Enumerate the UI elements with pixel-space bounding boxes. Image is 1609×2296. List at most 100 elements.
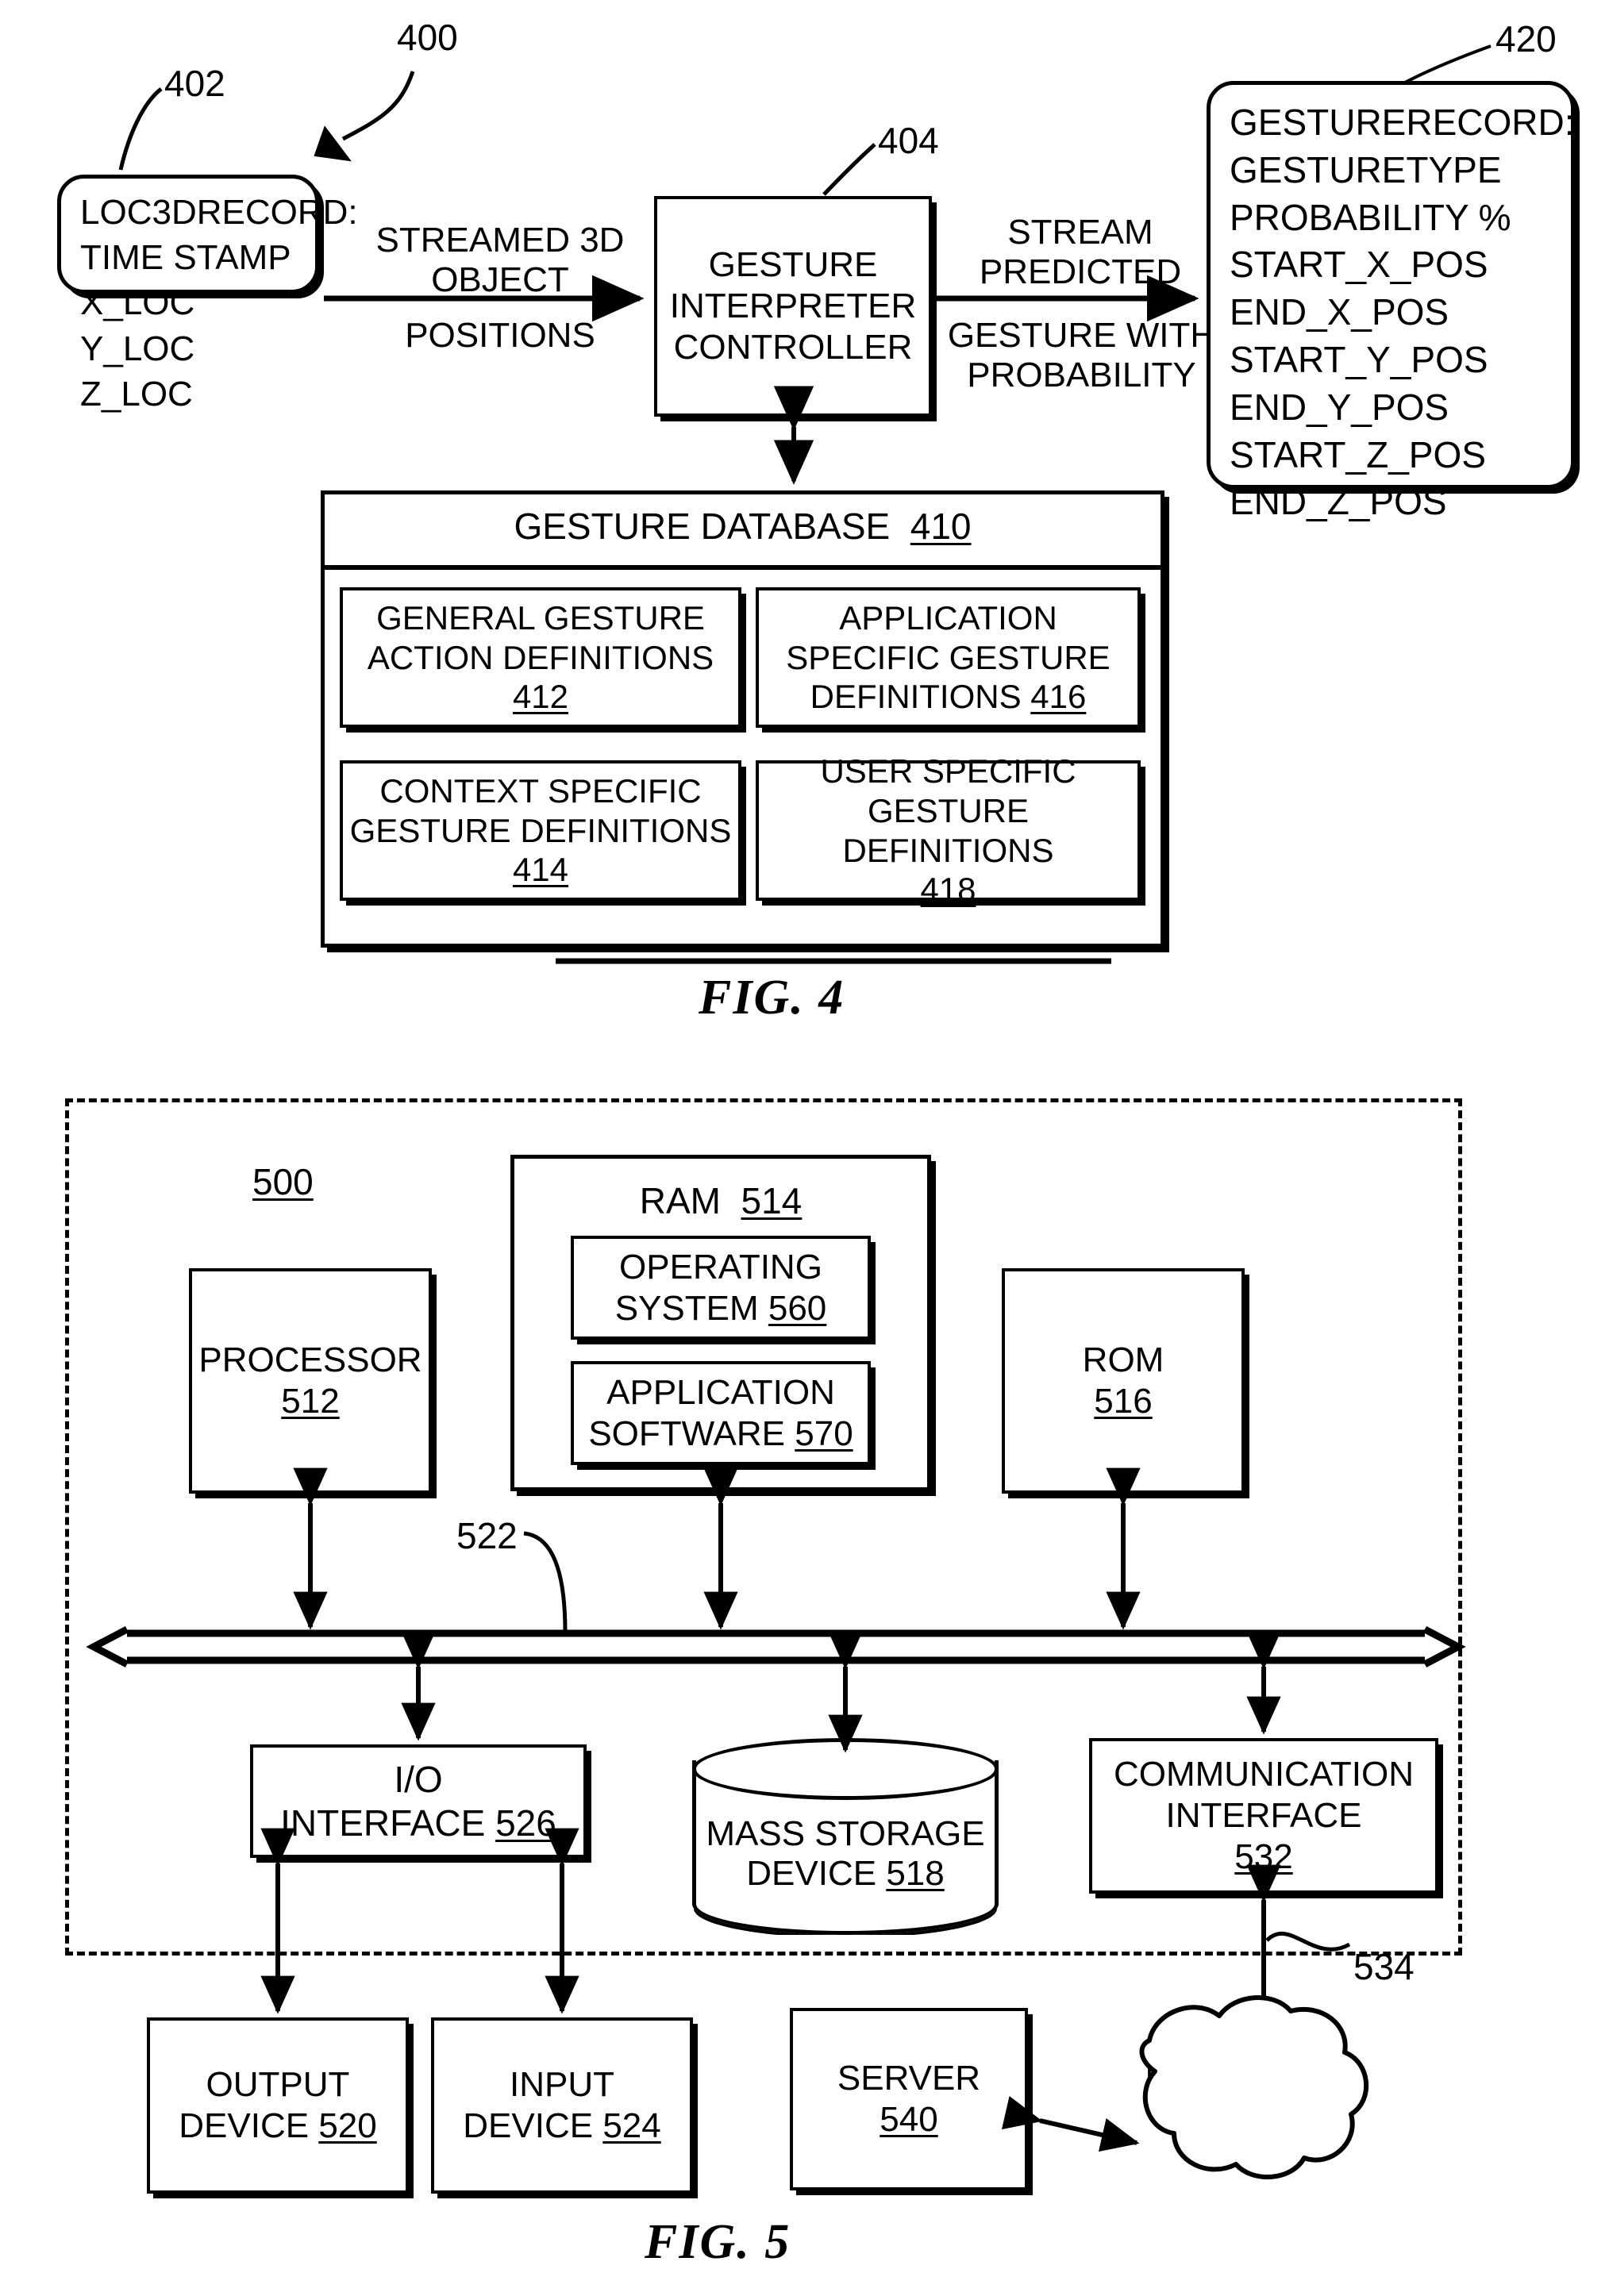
gesturerecord-line-5: START_Y_POS [1230,338,1488,380]
communication-interface-box: COMMUNICATION INTERFACE 532 [1089,1738,1438,1894]
cell-418-ref: 418 [920,871,976,909]
operating-system-line-1: SYSTEM [614,1288,759,1328]
ref-label-404: 404 [878,120,939,161]
operating-system-line-0: OPERATING [619,1247,822,1286]
operating-system-box: OPERATING SYSTEM 560 [571,1236,871,1340]
io-interface-ref: 526 [495,1802,556,1844]
stream-predicted-gesture-label: STREAM PREDICTED [949,213,1211,292]
input-device-ref: 524 [602,2106,661,2145]
gesturerecord-line-2: PROBABILITY % [1230,196,1511,238]
output-device-line-1: DEVICE [179,2106,310,2145]
gesturerecord-line-0: GESTURERECORD: [1230,102,1575,143]
arrow-out-line-1: PREDICTED [979,252,1182,291]
ref-label-400: 400 [397,17,458,58]
arrow-out-line-3: PROBABILITY [967,356,1196,394]
network-ref: 502 [1205,2091,1264,2130]
ref-label-500-wrap: 500 [252,1160,314,1203]
cell-414-line-1: GESTURE DEFINITIONS [349,811,732,849]
arrow-out-line-0: STREAM [1007,213,1153,252]
gesturerecord-line-8: END_Z_POS [1230,481,1447,523]
processor-ref: 512 [281,1382,340,1421]
ref-label-522: 522 [456,1515,518,1556]
cell-416-line-0: APPLICATION [839,599,1057,637]
cell-412-ref: 412 [512,678,569,716]
arrow-in-line-2: POSITIONS [405,316,595,355]
figure-4-caption: FIG. 4 [699,971,845,1025]
controller-line-2: CONTROLLER [673,327,913,367]
input-device-line-0: INPUT [510,2065,614,2105]
application-software-line-0: APPLICATION [606,1372,835,1412]
loc3drecord-line-4: Z_LOC [80,374,193,413]
gesturerecord-line-3: START_X_POS [1230,244,1488,286]
network-title: NETWORK [1145,2052,1324,2090]
output-device-box: OUTPUT DEVICE 520 [147,2017,409,2194]
server-title: SERVER [837,2059,981,2098]
user-specific-gesture-definitions-cell: USER SPECIFIC GESTURE DEFINITIONS 418 [756,752,1141,908]
rom-box: ROM 516 [1002,1268,1245,1494]
gesture-database-title-text: GESTURE DATABASE [514,506,891,547]
network-cloud-label: NETWORK 502 [1103,2052,1365,2131]
loc3drecord-line-1: TIME STAMP [80,238,291,278]
patent-figure-sheet: 400 402 LOC3DRECORD: TIME STAMP X_LOC Y_… [0,0,1609,2296]
io-interface-box: I/O INTERFACE 526 [250,1744,587,1858]
application-software-line-1: SOFTWARE [588,1413,786,1453]
loc3drecord-line-2: X_LOC [80,283,195,323]
gesturerecord-line-6: END_Y_POS [1230,386,1449,428]
server-ref: 540 [880,2100,938,2139]
gesturerecord-box: GESTURERECORD: GESTURETYPE PROBABILITY %… [1207,81,1575,522]
gesturerecord-line-4: END_X_POS [1230,291,1449,333]
ram-ref: 514 [741,1180,803,1221]
ref-label-534: 534 [1353,1946,1415,1987]
output-device-ref: 520 [318,2106,377,2145]
processor-title: PROCESSOR [198,1340,422,1380]
communication-interface-line-0: COMMUNICATION [1113,1755,1415,1794]
arrow-in-line-1: OBJECT [431,260,569,299]
application-software-ref: 570 [795,1413,853,1453]
ref-label-420: 420 [1495,18,1557,60]
controller-line-1: INTERPRETER [669,287,917,326]
mass-storage-ref: 518 [886,1854,945,1893]
rom-ref: 516 [1094,1382,1153,1421]
cell-412-line-1: ACTION DEFINITIONS [367,638,714,676]
ram-title-text: RAM [639,1180,721,1221]
ref-label-402: 402 [164,63,225,104]
gesture-database-title: GESTURE DATABASE 410 [321,505,1164,548]
io-interface-title: I/O INTERFACE [280,1759,486,1844]
server-box: SERVER 540 [790,2008,1028,2190]
gesture-database-ref: 410 [910,506,972,547]
streamed-3d-object-positions-label: STREAMED 3D OBJECT [349,221,651,300]
cell-416-line-2: DEFINITIONS [810,678,1022,716]
cell-416-ref: 416 [1030,678,1087,716]
mass-storage-device-cylinder: MASS STORAGE DEVICE 518 [692,1738,999,1935]
gesture-interpreter-controller-box: GESTURE INTERPRETER CONTROLLER [654,196,932,417]
gesture-database-header-divider [321,565,1164,570]
arrow-in-line-0: STREAMED 3D [375,221,625,260]
general-gesture-action-definitions-cell: GENERAL GESTURE ACTION DEFINITIONS 412 [340,587,741,728]
communication-interface-line-1: INTERFACE [1165,1796,1362,1836]
arrow-out-line-2: GESTURE WITH [947,316,1216,355]
gesturerecord-line-1: GESTURETYPE [1230,148,1502,190]
operating-system-ref: 560 [768,1288,827,1328]
ref-label-500: 500 [252,1161,314,1202]
context-specific-gesture-definitions-cell: CONTEXT SPECIFIC GESTURE DEFINITIONS 414 [340,760,741,901]
cell-418-line-0: USER SPECIFIC [820,752,1076,790]
ram-title: RAM 514 [510,1179,931,1222]
communication-interface-ref: 532 [1234,1836,1293,1876]
mass-storage-line-0: MASS STORAGE [706,1814,985,1853]
cell-414-line-0: CONTEXT SPECIFIC [379,772,702,810]
gesturerecord-line-7: START_Z_POS [1230,433,1486,475]
processor-box: PROCESSOR 512 [189,1268,432,1494]
input-device-box: INPUT DEVICE 524 [431,2017,693,2194]
loc3drecord-line-0: LOC3DRECORD: [80,193,358,232]
cell-412-line-0: GENERAL GESTURE [376,599,705,637]
mass-storage-line-1: DEVICE [746,1854,877,1893]
output-device-line-0: OUTPUT [206,2065,350,2105]
loc3drecord-line-3: Y_LOC [80,329,195,368]
cell-418-line-1: GESTURE DEFINITIONS [842,791,1054,869]
application-specific-gesture-definitions-cell: APPLICATION SPECIFIC GESTURE DEFINITIONS… [756,587,1141,728]
rom-title: ROM [1082,1340,1164,1380]
application-software-box: APPLICATION SOFTWARE 570 [571,1361,871,1465]
loc3drecord-box: LOC3DRECORD: TIME STAMP X_LOC Y_LOC Z_LO… [57,175,358,413]
controller-line-0: GESTURE [708,245,878,285]
cell-414-ref: 414 [512,851,569,889]
